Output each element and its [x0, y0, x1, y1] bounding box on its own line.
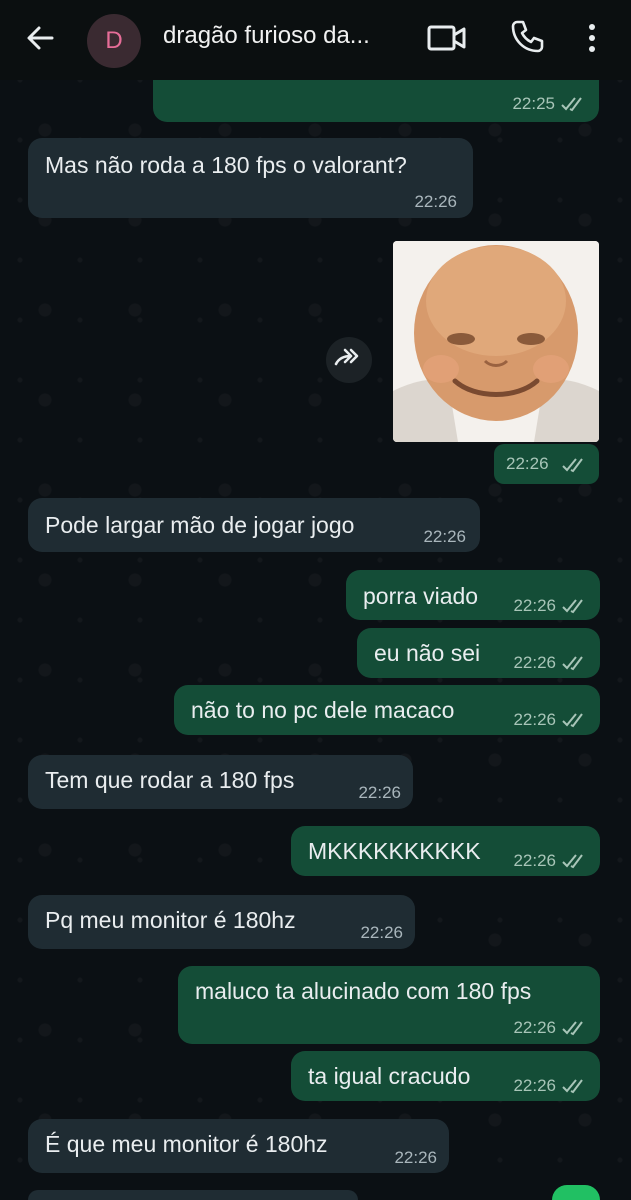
baby-face-image [393, 241, 599, 442]
message-time: 22:26 [513, 653, 556, 672]
message-bubble-outgoing[interactable]: MKKKKKKKKKK 22:26 [291, 826, 600, 876]
message-time: 22:26 [423, 527, 466, 546]
message-time: 22:25 [512, 94, 555, 113]
back-arrow-icon[interactable] [22, 20, 58, 56]
contact-name[interactable]: dragão furioso da... [163, 22, 370, 50]
double-check-icon [562, 1079, 583, 1094]
message-time: 22:26 [513, 596, 556, 615]
chat-header: D dragão furioso da... [0, 0, 631, 80]
message-text: MKKKKKKKKKK [308, 838, 481, 864]
forward-icon [334, 348, 359, 366]
sticker-time-badge: 22:26 [494, 444, 599, 484]
message-text: ta igual cracudo [308, 1063, 471, 1089]
double-check-icon [561, 97, 582, 112]
double-check-icon [562, 599, 583, 614]
message-bubble-outgoing[interactable]: não to no pc dele macaco 22:26 [174, 685, 600, 735]
double-check-icon [562, 854, 583, 869]
message-text: maluco ta alucinado com 180 fps [195, 978, 532, 1004]
double-check-icon [562, 458, 583, 473]
message-time: 22:26 [358, 783, 401, 802]
message-bubble-incoming[interactable] [28, 1190, 358, 1200]
message-text: Pode largar mão de jogar jogo [45, 512, 355, 538]
message-time: 22:26 [513, 851, 556, 870]
double-check-icon [562, 1021, 583, 1036]
message-bubble-outgoing[interactable]: porra viado 22:26 [346, 570, 600, 620]
message-text: Mas não roda a 180 fps o valorant? [45, 152, 407, 178]
message-time: 22:26 [360, 923, 403, 942]
forward-button[interactable] [326, 337, 372, 383]
scroll-down-button[interactable] [552, 1185, 600, 1200]
message-time: 22:26 [513, 710, 556, 729]
phone-icon[interactable] [508, 18, 546, 56]
message-text: Pq meu monitor é 180hz [45, 907, 296, 933]
message-bubble-outgoing[interactable]: maluco ta alucinado com 180 fps 22:26 [178, 966, 600, 1044]
message-text: eu não sei [374, 640, 481, 666]
message-text: não to no pc dele macaco [191, 697, 455, 723]
video-call-icon[interactable] [426, 20, 468, 56]
message-time: 22:26 [506, 454, 549, 473]
message-bubble-incoming[interactable]: Mas não roda a 180 fps o valorant? 22:26 [28, 138, 473, 218]
message-text: Tem que rodar a 180 fps [45, 767, 295, 793]
message-text: É que meu monitor é 180hz [45, 1131, 328, 1157]
sticker-baby-face[interactable] [393, 241, 599, 442]
message-time: 22:26 [414, 192, 457, 211]
message-bubble-incoming[interactable]: É que meu monitor é 180hz 22:26 [28, 1119, 449, 1173]
avatar[interactable]: D [87, 14, 141, 68]
message-time: 22:26 [513, 1076, 556, 1095]
more-options-icon[interactable] [580, 18, 604, 58]
message-time: 22:26 [394, 1148, 437, 1167]
double-check-icon [562, 713, 583, 728]
message-bubble-outgoing[interactable]: eu não sei 22:26 [357, 628, 600, 678]
message-bubble-outgoing[interactable]: ta igual cracudo 22:26 [291, 1051, 600, 1101]
double-check-icon [562, 656, 583, 671]
message-time: 22:26 [513, 1018, 556, 1037]
message-bubble-incoming[interactable]: Pode largar mão de jogar jogo 22:26 [28, 498, 480, 552]
message-text: porra viado [363, 583, 479, 609]
message-bubble-incoming[interactable]: Tem que rodar a 180 fps 22:26 [28, 755, 413, 809]
message-bubble-incoming[interactable]: Pq meu monitor é 180hz 22:26 [28, 895, 415, 949]
